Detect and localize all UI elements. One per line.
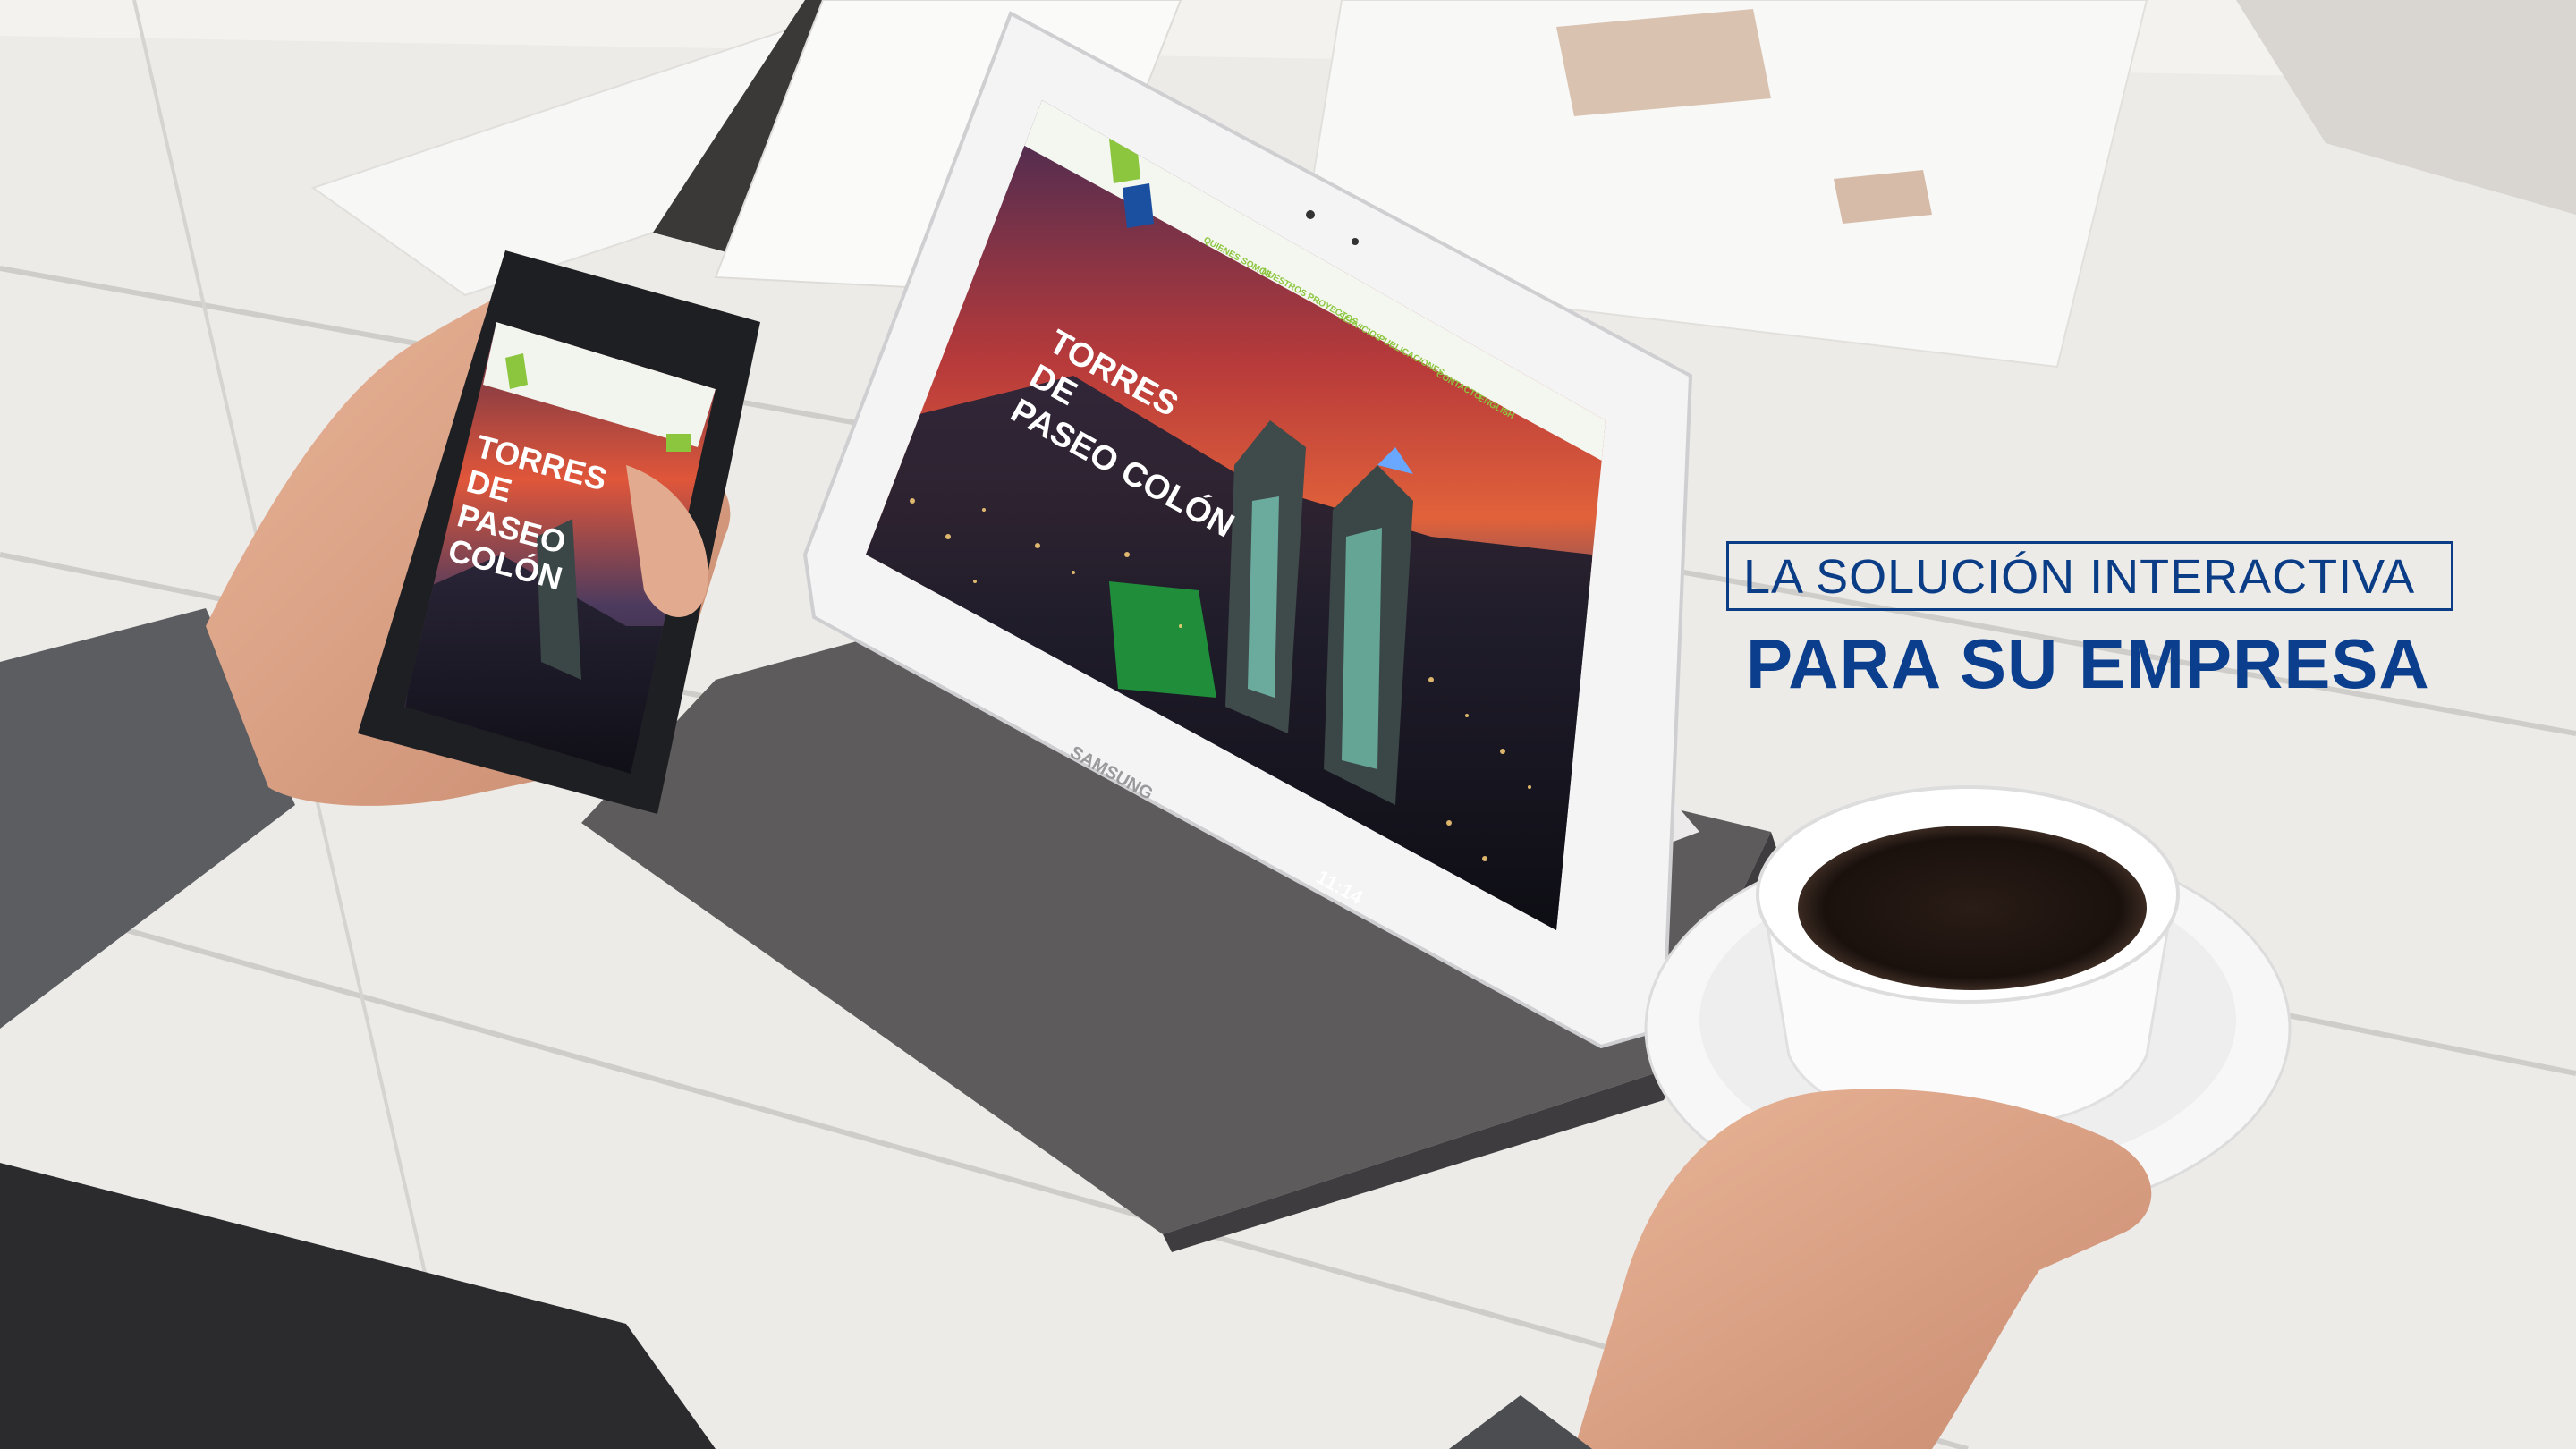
photo-scene: TORRES DE PASEO COLÓN QUIENES SOMOS NUES… — [0, 0, 2576, 1449]
headline-line2: PARA SU EMPRESA — [1746, 624, 2430, 703]
tablet-sensor — [1352, 238, 1359, 245]
headline-block: LA SOLUCIÓN INTERACTIVA PARA SU EMPRESA — [1726, 541, 2469, 705]
scene-illustration: TORRES DE PASEO COLÓN QUIENES SOMOS NUES… — [0, 0, 2576, 1449]
tablet-camera — [1306, 210, 1315, 219]
headline-line1: LA SOLUCIÓN INTERACTIVA — [1726, 541, 2454, 611]
